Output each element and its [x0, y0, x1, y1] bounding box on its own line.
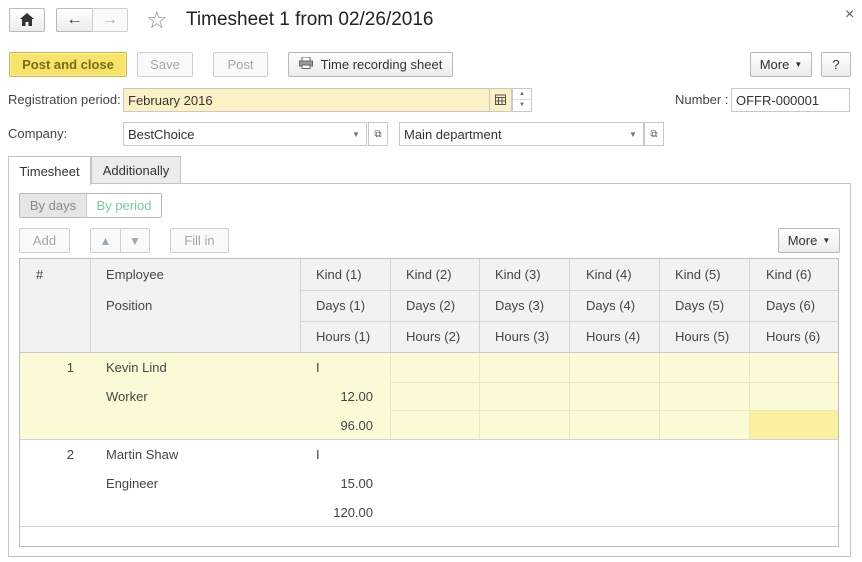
column-header-days-3[interactable]: Days (3)	[495, 290, 544, 321]
fill-in-button[interactable]: Fill in	[170, 228, 229, 253]
close-icon[interactable]: ×	[845, 6, 854, 24]
table-more-label: More	[787, 233, 818, 248]
chevron-down-icon[interactable]: ▼	[346, 123, 366, 145]
post-button[interactable]: Post	[213, 52, 268, 77]
column-header-kind-1[interactable]: Kind (1)	[316, 259, 362, 290]
employee-cell[interactable]: Martin Shaw	[106, 440, 178, 469]
open-link-icon: ⧉	[650, 128, 658, 140]
employee-cell[interactable]: Kevin Lind	[106, 353, 167, 382]
number-label: Number :	[675, 92, 729, 107]
column-header-kind-6[interactable]: Kind (6)	[766, 259, 812, 290]
column-header-days-4[interactable]: Days (4)	[586, 290, 635, 321]
window-title: Timesheet 1 from 02/26/2016	[186, 9, 434, 30]
period-spinner[interactable]: ▲ ▼	[512, 88, 532, 112]
row-number: 1	[66, 360, 74, 375]
column-header-number[interactable]: #	[36, 259, 43, 290]
arrow-down-icon: ▼	[129, 233, 141, 248]
spin-up-icon[interactable]: ▲	[513, 89, 531, 100]
column-header-kind-3[interactable]: Kind (3)	[495, 259, 541, 290]
home-button[interactable]	[9, 8, 45, 32]
chevron-down-icon: ▼	[794, 60, 803, 69]
row-number: 2	[66, 447, 74, 462]
column-header-days-5[interactable]: Days (5)	[675, 290, 724, 321]
move-down-button[interactable]: ▼	[120, 228, 150, 253]
tab-timesheet-label: Timesheet	[19, 163, 80, 179]
by-days-button[interactable]: By days	[20, 194, 87, 217]
tab-timesheet[interactable]: Timesheet	[8, 156, 91, 185]
back-button[interactable]: ←	[56, 8, 92, 32]
calendar-icon	[495, 93, 506, 108]
column-header-hours-5[interactable]: Hours (5)	[675, 321, 729, 352]
hours-1-cell[interactable]: 120.00	[300, 498, 373, 526]
kind-1-cell[interactable]: I	[316, 440, 320, 469]
save-button[interactable]: Save	[137, 52, 193, 77]
column-header-kind-4[interactable]: Kind (4)	[586, 259, 632, 290]
column-header-days-1[interactable]: Days (1)	[316, 290, 365, 321]
registration-period-field[interactable]: February 2016	[123, 88, 490, 112]
department-open-button[interactable]: ⧉	[644, 122, 664, 146]
company-value: BestChoice	[128, 126, 195, 142]
by-period-button[interactable]: By period	[87, 194, 161, 217]
department-field[interactable]: Main department ▼	[399, 122, 644, 146]
number-field[interactable]: OFFR-000001	[731, 88, 850, 112]
calendar-button[interactable]	[490, 88, 512, 112]
company-field[interactable]: BestChoice ▼	[123, 122, 367, 146]
column-header-kind-2[interactable]: Kind (2)	[406, 259, 452, 290]
days-1-cell[interactable]: 12.00	[300, 382, 373, 411]
forward-arrow-icon: →	[102, 11, 118, 28]
view-toggle: By days By period	[19, 193, 162, 218]
help-button[interactable]: ?	[821, 52, 851, 77]
forward-button[interactable]: →	[92, 8, 128, 32]
column-header-days-2[interactable]: Days (2)	[406, 290, 455, 321]
spin-down-icon[interactable]: ▼	[513, 100, 531, 111]
days-1-cell[interactable]: 15.00	[300, 469, 373, 498]
add-row-button[interactable]: Add	[19, 228, 70, 253]
chevron-down-icon: ▼	[822, 236, 831, 245]
column-header-hours-6[interactable]: Hours (6)	[766, 321, 820, 352]
company-open-button[interactable]: ⧉	[368, 122, 388, 146]
home-icon	[20, 12, 34, 29]
time-recording-sheet-label: Time recording sheet	[320, 57, 443, 72]
more-label: More	[759, 57, 790, 72]
registration-period-label: Registration period:	[8, 92, 121, 107]
column-header-kind-5[interactable]: Kind (5)	[675, 259, 721, 290]
post-and-close-button[interactable]: Post and close	[9, 52, 127, 77]
arrow-up-icon: ▲	[99, 233, 112, 248]
position-cell[interactable]: Engineer	[106, 469, 158, 498]
tab-additionally-label: Additionally	[102, 162, 170, 178]
column-header-hours-2[interactable]: Hours (2)	[406, 321, 460, 352]
column-header-position[interactable]: Position	[106, 290, 152, 321]
time-recording-sheet-button[interactable]: Time recording sheet	[288, 52, 453, 77]
column-header-hours-1[interactable]: Hours (1)	[316, 321, 370, 352]
timesheet-table: # Employee Position Kind (1) Kind (2) Ki…	[19, 258, 839, 547]
more-button[interactable]: More ▼	[750, 52, 812, 77]
printer-icon	[298, 56, 313, 72]
tab-additionally[interactable]: Additionally	[91, 156, 181, 183]
column-header-hours-4[interactable]: Hours (4)	[586, 321, 640, 352]
open-link-icon: ⧉	[374, 128, 382, 140]
column-header-days-6[interactable]: Days (6)	[766, 290, 815, 321]
position-cell[interactable]: Worker	[106, 382, 148, 411]
column-header-hours-3[interactable]: Hours (3)	[495, 321, 549, 352]
registration-period-value: February 2016	[128, 92, 213, 108]
number-value: OFFR-000001	[736, 92, 820, 108]
back-arrow-icon: ←	[66, 11, 83, 28]
kind-1-cell[interactable]: I	[316, 353, 320, 382]
active-cell[interactable]	[750, 411, 838, 439]
hours-1-cell[interactable]: 96.00	[300, 411, 373, 439]
column-header-employee[interactable]: Employee	[106, 259, 164, 290]
company-label: Company:	[8, 126, 68, 141]
department-value: Main department	[404, 126, 502, 142]
move-up-button[interactable]: ▲	[90, 228, 120, 253]
favorite-star-icon[interactable]: ☆	[146, 6, 168, 35]
chevron-down-icon[interactable]: ▼	[623, 123, 643, 145]
table-more-button[interactable]: More ▼	[778, 228, 840, 253]
